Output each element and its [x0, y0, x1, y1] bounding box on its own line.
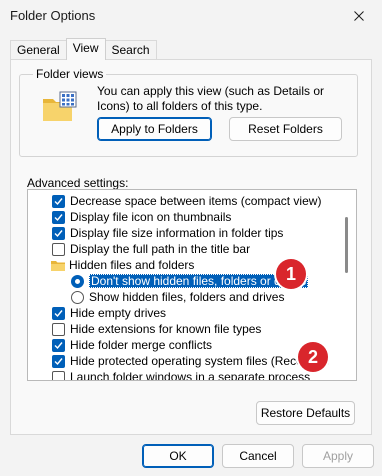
item-label: Display file size information in folder … — [70, 226, 284, 240]
restore-defaults-button[interactable]: Restore Defaults — [256, 401, 355, 425]
advanced-settings-label: Advanced settings: — [27, 176, 129, 190]
checkmark-icon — [54, 229, 63, 237]
item-label: Decrease space between items (compact vi… — [70, 194, 322, 208]
item-label: Show hidden files, folders and drives — [89, 290, 285, 304]
checkmark-icon — [54, 309, 63, 317]
list-item[interactable]: Display file icon on thumbnails — [52, 209, 231, 225]
folder-icon — [51, 260, 65, 271]
folder-options-dialog: Folder Options General View Search Folde… — [0, 0, 382, 476]
checkmark-icon — [54, 197, 63, 205]
list-item[interactable]: Show hidden files, folders and drives — [71, 289, 284, 305]
item-label: Hide empty drives — [70, 306, 167, 320]
list-item[interactable]: Hide protected operating system files (R… — [52, 353, 329, 369]
tab-search[interactable]: Search — [104, 40, 157, 60]
list-group-header: Hidden files and folders — [51, 257, 194, 273]
annotation-badge-1: 1 — [276, 259, 306, 289]
item-label: Launch folder windows in a separate proc… — [70, 370, 311, 381]
item-label: Hide protected operating system files (R… — [70, 354, 330, 368]
checkbox[interactable] — [52, 338, 65, 352]
radio-button[interactable] — [71, 290, 84, 304]
tab-view[interactable]: View — [65, 38, 106, 60]
apply-to-folders-button[interactable]: Apply to Folders — [97, 117, 212, 141]
checkbox[interactable] — [52, 354, 65, 368]
item-label: Display the full path in the title bar — [70, 242, 251, 256]
radio-button[interactable] — [71, 274, 84, 288]
checkbox[interactable] — [52, 242, 65, 256]
checkmark-icon — [54, 357, 63, 365]
list-item[interactable]: Don't show hidden files, folders or driv… — [71, 273, 309, 289]
checkbox[interactable] — [52, 370, 65, 380]
checkmark-icon — [54, 213, 63, 221]
checkbox[interactable] — [52, 226, 65, 240]
list-item[interactable]: Hide empty drives — [52, 305, 166, 321]
ok-button[interactable]: OK — [142, 444, 214, 468]
item-label: Hide folder merge conflicts — [70, 338, 213, 352]
folder-views-description: You can apply this view (such as Details… — [97, 84, 325, 113]
folder-view-icon — [43, 91, 77, 121]
item-label: Display file icon on thumbnails — [70, 210, 232, 224]
cancel-button[interactable]: Cancel — [222, 444, 294, 468]
list-item[interactable]: Launch folder windows in a separate proc… — [52, 369, 311, 381]
checkbox[interactable] — [52, 194, 65, 208]
tab-strip: General View Search — [10, 38, 157, 60]
apply-button[interactable]: Apply — [302, 444, 374, 468]
close-icon — [354, 11, 364, 21]
item-label: Hide extensions for known file types — [70, 322, 262, 336]
reset-folders-button[interactable]: Reset Folders — [229, 117, 342, 141]
window-title: Folder Options — [10, 8, 96, 23]
annotation-badge-2: 2 — [298, 342, 328, 372]
folder-views-label: Folder views — [33, 67, 107, 81]
checkbox[interactable] — [52, 306, 65, 320]
list-item[interactable]: Hide extensions for known file types — [52, 321, 261, 337]
list-item[interactable]: Decrease space between items (compact vi… — [52, 193, 321, 209]
item-label: Hidden files and folders — [69, 258, 195, 272]
close-button[interactable] — [336, 0, 382, 32]
list-item[interactable]: Display file size information in folder … — [52, 225, 283, 241]
checkmark-icon — [54, 341, 63, 349]
tab-general[interactable]: General — [10, 40, 67, 60]
list-item[interactable]: Display the full path in the title bar — [52, 241, 250, 257]
title-bar: Folder Options — [0, 0, 382, 32]
list-item[interactable]: Hide folder merge conflicts — [52, 337, 212, 353]
scrollbar-thumb[interactable] — [345, 217, 348, 273]
checkbox[interactable] — [52, 322, 65, 336]
checkbox[interactable] — [52, 210, 65, 224]
